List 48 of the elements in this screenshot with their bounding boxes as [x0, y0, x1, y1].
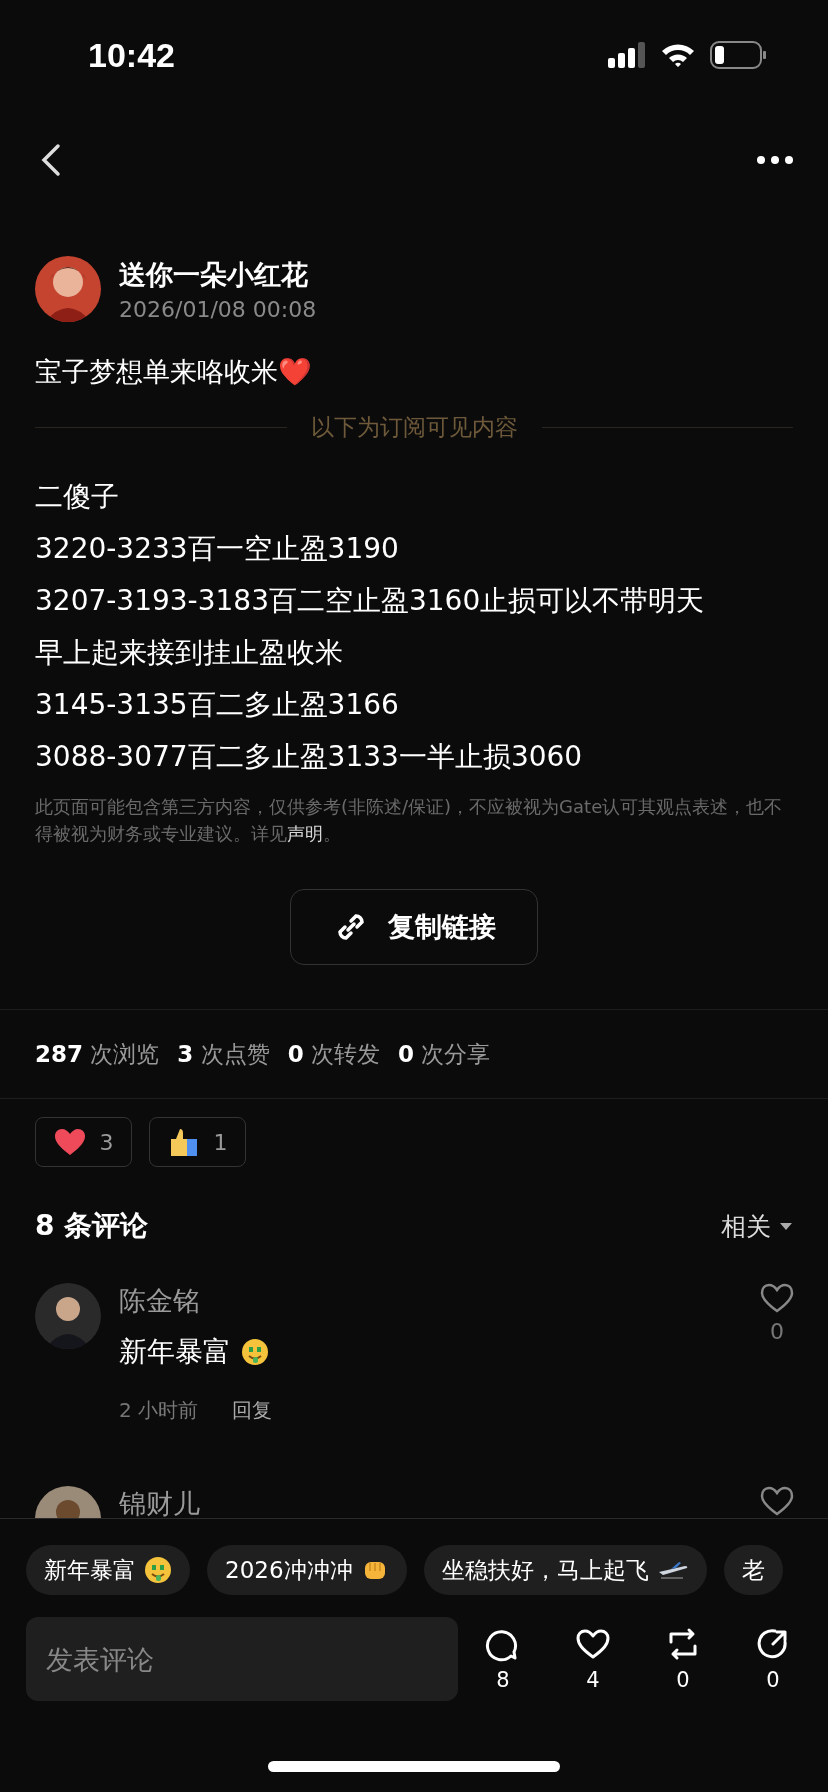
commenter-name[interactable]: 陈金铭	[119, 1283, 742, 1319]
stat-text: 0 次分享	[398, 1039, 491, 1069]
battery-icon	[710, 41, 768, 69]
post-line: 3145-3135百二多止盈3166	[35, 687, 400, 723]
post-line: 二傻子	[35, 479, 120, 515]
post-date: 2026/01/08 00:08	[119, 296, 317, 322]
share-action-button[interactable]: 0	[755, 1626, 791, 1692]
repost-action-button[interactable]: 0	[665, 1626, 701, 1692]
stat-text: 0 次转发	[287, 1039, 380, 1069]
like-count: 0	[770, 1319, 784, 1344]
comments-title: 8 条评论	[35, 1208, 149, 1244]
post-line: 3088-3077百二多止盈3133一半止损3060	[35, 739, 584, 775]
statement-link[interactable]: 声明	[287, 823, 323, 844]
post-line: 早上起来接到挂止盈收米	[35, 635, 344, 671]
sort-dropdown[interactable]: 相关	[721, 1209, 793, 1243]
post-line: 3220-3233百一空止盈3190	[35, 531, 400, 567]
stat-text: 287 次浏览	[35, 1039, 160, 1069]
reaction-chip[interactable]: 1	[149, 1117, 246, 1167]
subscriber-divider-label: 以下为订阅可见内容	[310, 413, 518, 442]
disclaimer-text: 此页面可能包含第三方内容，仅供参考(非陈述/保证)，不应被视为Gate认可其观点表述，也不得被视为财务或专业建议。详见声明。	[35, 795, 784, 846]
post-line: 3207-3193-3183百二空止盈3160止损可以不带明天	[35, 583, 706, 619]
status-time: 10:42	[88, 35, 175, 75]
comment-time: 2 小时前	[119, 1397, 199, 1424]
post-text: 宝子梦想单来咯收米❤	[35, 355, 313, 389]
quick-reply-chip[interactable]: 新年暴富	[26, 1545, 190, 1595]
comment-text: 新年暴富	[119, 1334, 231, 1370]
like-action-button[interactable]: 4	[575, 1626, 611, 1692]
wifi-icon	[660, 42, 696, 68]
comment-action-button[interactable]: 8	[485, 1626, 521, 1692]
quick-reply-chip[interactable]: 2026冲冲冲	[207, 1545, 407, 1595]
reaction-chip[interactable]: 3	[35, 1117, 132, 1167]
stat-text: 3 次点赞	[177, 1039, 270, 1069]
comment-input[interactable]: 发表评论	[26, 1617, 458, 1701]
reply-button[interactable]: 回复	[232, 1397, 273, 1424]
back-button[interactable]	[40, 143, 62, 177]
quick-reply-chip[interactable]: 坐稳扶好，马上起飞	[423, 1545, 707, 1595]
more-button[interactable]	[756, 155, 794, 165]
caret-icon	[779, 1221, 793, 1231]
commenter-name[interactable]: 锦财儿	[119, 1486, 742, 1518]
heart-outline-icon[interactable]	[760, 1283, 794, 1313]
heart-outline-icon[interactable]	[760, 1486, 794, 1516]
money-face-icon	[144, 1556, 172, 1584]
copy-link-button[interactable]: 复制链接	[290, 889, 538, 965]
heart-icon	[53, 1128, 86, 1156]
money-face-icon	[241, 1338, 269, 1366]
quick-reply-chip[interactable]: 老	[723, 1545, 783, 1595]
author-name[interactable]: 送你一朵小红花	[119, 256, 317, 293]
signal-icon	[608, 42, 646, 68]
